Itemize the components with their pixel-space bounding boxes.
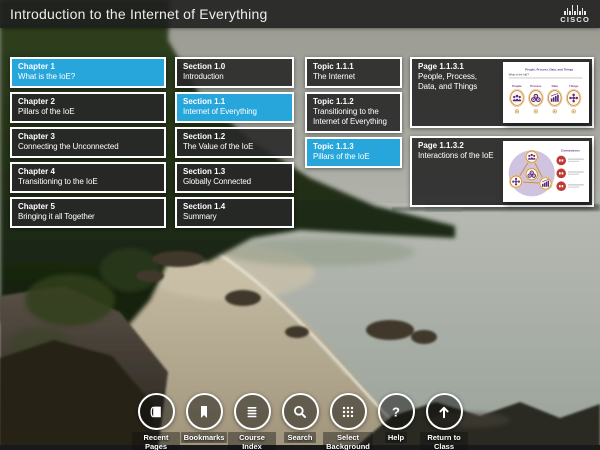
cisco-logo: CISCO bbox=[560, 5, 590, 24]
page-2-thumbnail-slide: Connections bbox=[505, 143, 587, 200]
section-item-1-2[interactable]: Section 1.2 The Value of the IoE bbox=[175, 127, 294, 158]
help-label: Help bbox=[385, 432, 407, 443]
page-item-1-1-3-1[interactable]: Page 1.1.3.1 People, Process, Data, and … bbox=[410, 57, 594, 128]
pillar-label: Data bbox=[552, 84, 559, 88]
section-subtitle: Summary bbox=[183, 212, 286, 222]
chapter-item-1[interactable]: Chapter 1 What is the IoE? bbox=[10, 57, 166, 88]
slide-heading-text: What is the IoE? bbox=[509, 72, 530, 76]
recent-pages-icon bbox=[147, 403, 165, 421]
select-background-label: Select Background bbox=[323, 432, 373, 450]
sections-column: Section 1.0 Introduction Section 1.1 Int… bbox=[175, 57, 294, 232]
topic-item-1-1-1[interactable]: Topic 1.1.1 The Internet bbox=[305, 57, 402, 88]
page-item-1-1-3-2[interactable]: Page 1.1.3.2 Interactions of the IoE Con… bbox=[410, 136, 594, 207]
chapter-item-4[interactable]: Chapter 4 Transitioning to the IoE bbox=[10, 162, 166, 193]
chapter-subtitle: Pillars of the IoE bbox=[18, 107, 158, 117]
bookmarks-label: Bookmarks bbox=[181, 432, 228, 443]
chapter-subtitle: Transitioning to the IoE bbox=[18, 177, 158, 187]
chapter-item-3[interactable]: Chapter 3 Connecting the Unconnected bbox=[10, 127, 166, 158]
section-subtitle: Introduction bbox=[183, 72, 286, 82]
section-item-1-4[interactable]: Section 1.4 Summary bbox=[175, 197, 294, 228]
cisco-logo-text: CISCO bbox=[560, 16, 590, 24]
topics-column: Topic 1.1.1 The Internet Topic 1.1.2 Tra… bbox=[305, 57, 402, 172]
chapter-subtitle: Connecting the Unconnected bbox=[18, 142, 158, 152]
page-1-thumbnail-slide: People, Process, Data, and Things What i… bbox=[505, 64, 587, 121]
bookmarks-button[interactable]: Bookmarks bbox=[180, 393, 228, 450]
section-title: Section 1.4 bbox=[183, 202, 286, 212]
section-subtitle: The Value of the IoE bbox=[183, 142, 286, 152]
page-1-thumbnail: People, Process, Data, and Things What i… bbox=[503, 62, 589, 123]
return-to-class-button[interactable]: Return to Class bbox=[420, 393, 468, 450]
chapter-title: Chapter 1 bbox=[18, 62, 158, 72]
topic-subtitle: Transitioning to the Internet of Everyth… bbox=[313, 107, 394, 127]
pages-column: Page 1.1.3.1 People, Process, Data, and … bbox=[410, 57, 594, 215]
search-icon bbox=[291, 403, 309, 421]
return-to-class-label: Return to Class bbox=[420, 432, 468, 450]
section-item-1-0[interactable]: Section 1.0 Introduction bbox=[175, 57, 294, 88]
recent-pages-label: Recent Pages bbox=[132, 432, 180, 450]
cisco-logo-icon bbox=[564, 5, 586, 15]
help-button[interactable]: ? Help bbox=[372, 393, 420, 450]
topic-subtitle: The Internet bbox=[313, 72, 394, 82]
topic-title: Topic 1.1.2 bbox=[313, 97, 394, 107]
chapter-item-5[interactable]: Chapter 5 Bringing it all Together bbox=[10, 197, 166, 228]
bookmark-icon bbox=[195, 403, 213, 421]
return-to-class-icon bbox=[435, 403, 453, 421]
chapters-column: Chapter 1 What is the IoE? Chapter 2 Pil… bbox=[10, 57, 166, 232]
topic-title: Topic 1.1.1 bbox=[313, 62, 394, 72]
course-index-button[interactable]: Course Index bbox=[228, 393, 276, 450]
chapter-subtitle: Bringing it all Together bbox=[18, 212, 158, 222]
select-background-button[interactable]: Select Background bbox=[324, 393, 372, 450]
course-index-screen: Introduction to the Internet of Everythi… bbox=[0, 0, 600, 450]
title-bar: Introduction to the Internet of Everythi… bbox=[0, 0, 600, 28]
chapter-title: Chapter 4 bbox=[18, 167, 158, 177]
pillar-label: Things bbox=[569, 84, 579, 88]
help-icon: ? bbox=[387, 403, 405, 421]
chapter-title: Chapter 5 bbox=[18, 202, 158, 212]
topic-title: Topic 1.1.3 bbox=[313, 142, 394, 152]
page-2-thumbnail: Connections bbox=[503, 141, 589, 202]
section-title: Section 1.1 bbox=[183, 97, 286, 107]
section-item-1-3[interactable]: Section 1.3 Globally Connected bbox=[175, 162, 294, 193]
section-subtitle: Internet of Everything bbox=[183, 107, 286, 117]
course-index-label: Course Index bbox=[228, 432, 276, 450]
course-index-icon bbox=[243, 403, 261, 421]
connections-heading-text: Connections bbox=[561, 149, 580, 153]
topic-subtitle: Pillars of the IoE bbox=[313, 152, 394, 162]
chapter-subtitle: What is the IoE? bbox=[18, 72, 158, 82]
recent-pages-button[interactable]: Recent Pages bbox=[132, 393, 180, 450]
page-subtitle: People, Process, Data, and Things bbox=[418, 72, 494, 92]
section-title: Section 1.0 bbox=[183, 62, 286, 72]
search-button[interactable]: Search bbox=[276, 393, 324, 450]
section-title: Section 1.2 bbox=[183, 132, 286, 142]
section-item-1-1[interactable]: Section 1.1 Internet of Everything bbox=[175, 92, 294, 123]
topic-item-1-1-3[interactable]: Topic 1.1.3 Pillars of the IoE bbox=[305, 137, 402, 168]
chapter-item-2[interactable]: Chapter 2 Pillars of the IoE bbox=[10, 92, 166, 123]
topic-item-1-1-2[interactable]: Topic 1.1.2 Transitioning to the Interne… bbox=[305, 92, 402, 133]
pillar-label: People bbox=[512, 84, 522, 88]
search-label: Search bbox=[284, 432, 315, 443]
pillar-label: Process bbox=[530, 84, 541, 88]
toolbar: Recent Pages Bookmarks Course Index bbox=[132, 393, 468, 450]
chapter-title: Chapter 2 bbox=[18, 97, 158, 107]
slide-title-text: People, Process, Data, and Things bbox=[525, 67, 573, 71]
svg-text:?: ? bbox=[392, 404, 400, 419]
course-title: Introduction to the Internet of Everythi… bbox=[10, 6, 560, 22]
chapter-title: Chapter 3 bbox=[18, 132, 158, 142]
section-title: Section 1.3 bbox=[183, 167, 286, 177]
section-subtitle: Globally Connected bbox=[183, 177, 286, 187]
select-background-icon bbox=[339, 403, 357, 421]
page-subtitle: Interactions of the IoE bbox=[418, 151, 494, 161]
